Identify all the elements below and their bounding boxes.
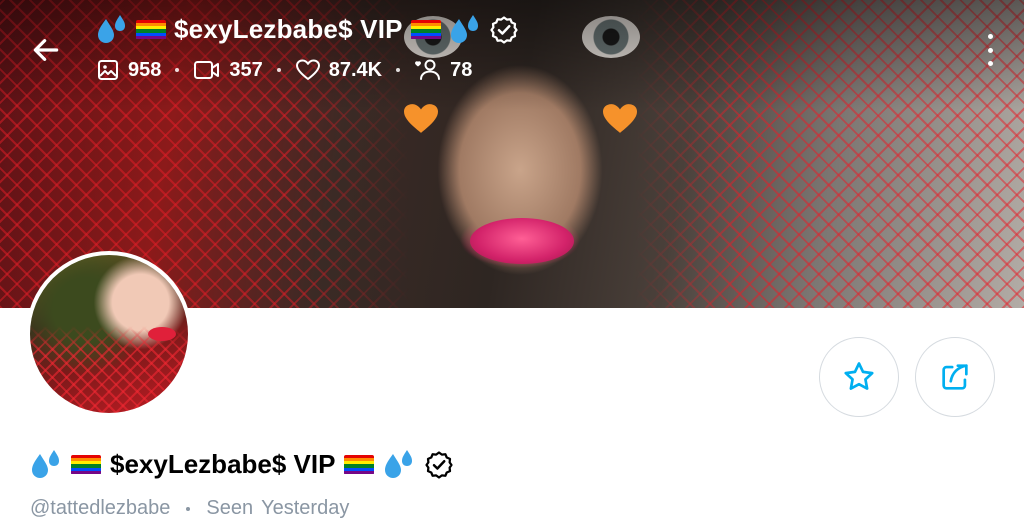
photo-icon	[98, 60, 118, 80]
separator-dot	[396, 68, 401, 72]
header-stats-row: 958 357 87.4K 78	[96, 58, 472, 82]
header-title-row: $exyLezbabe$ VIP	[96, 14, 519, 45]
last-seen-label: Seen	[206, 497, 254, 519]
sweat-droplets-emoji	[32, 449, 59, 478]
more-options-button[interactable]	[980, 34, 1000, 66]
share-button[interactable]	[915, 337, 995, 417]
rainbow-flag-emoji	[344, 454, 375, 475]
separator-dot	[175, 68, 180, 72]
cover-lips	[470, 218, 574, 264]
last-seen-status: Seen Yesterday	[206, 497, 349, 520]
stat-videos-count: 357	[229, 58, 263, 81]
stat-subscribers-count: 78	[450, 58, 473, 81]
stat-videos[interactable]: 357	[193, 58, 263, 82]
video-icon	[194, 61, 220, 79]
sweat-droplets-emoji	[98, 14, 125, 43]
stat-photos-count: 958	[128, 58, 162, 81]
rainbow-flag-emoji	[71, 454, 101, 475]
stat-photos[interactable]: 958	[96, 58, 161, 82]
last-seen-value: Yesterday	[261, 497, 350, 519]
heart-icon	[295, 59, 320, 80]
back-button[interactable]	[28, 32, 64, 68]
stat-likes-count: 87.4K	[328, 58, 383, 81]
verified-badge-icon	[425, 450, 454, 479]
stat-likes: 87.4K	[295, 58, 382, 82]
separator-dot	[276, 68, 281, 72]
header-title: $exyLezbabe$ VIP	[174, 14, 403, 44]
subscribers-icon	[415, 59, 441, 80]
back-arrow-icon	[33, 39, 59, 61]
profile-name: $exyLezbabe$ VIP	[110, 449, 336, 479]
add-to-favorites-button[interactable]	[819, 337, 899, 417]
sweat-droplets-emoji	[450, 14, 478, 43]
profile-username[interactable]: @tattedlezbabe	[30, 497, 170, 520]
profile-meta-row: @tattedlezbabe Seen Yesterday	[30, 497, 349, 520]
rainbow-flag-emoji	[136, 19, 166, 40]
sweat-droplets-emoji	[385, 449, 413, 478]
profile-name-row: $exyLezbabe$ VIP	[30, 449, 454, 480]
avatar-image	[30, 255, 188, 413]
separator-dot	[186, 506, 191, 511]
stat-subscribers: 78	[414, 58, 472, 82]
more-vertical-icon	[987, 34, 993, 39]
verified-badge-icon	[490, 15, 518, 44]
profile-header-bar: $exyLezbabe$ VIP 958 357 87.4K 78	[0, 0, 1024, 100]
star-icon	[844, 362, 874, 390]
avatar[interactable]	[26, 251, 192, 417]
share-icon	[942, 364, 968, 390]
rainbow-flag-emoji	[410, 19, 441, 40]
